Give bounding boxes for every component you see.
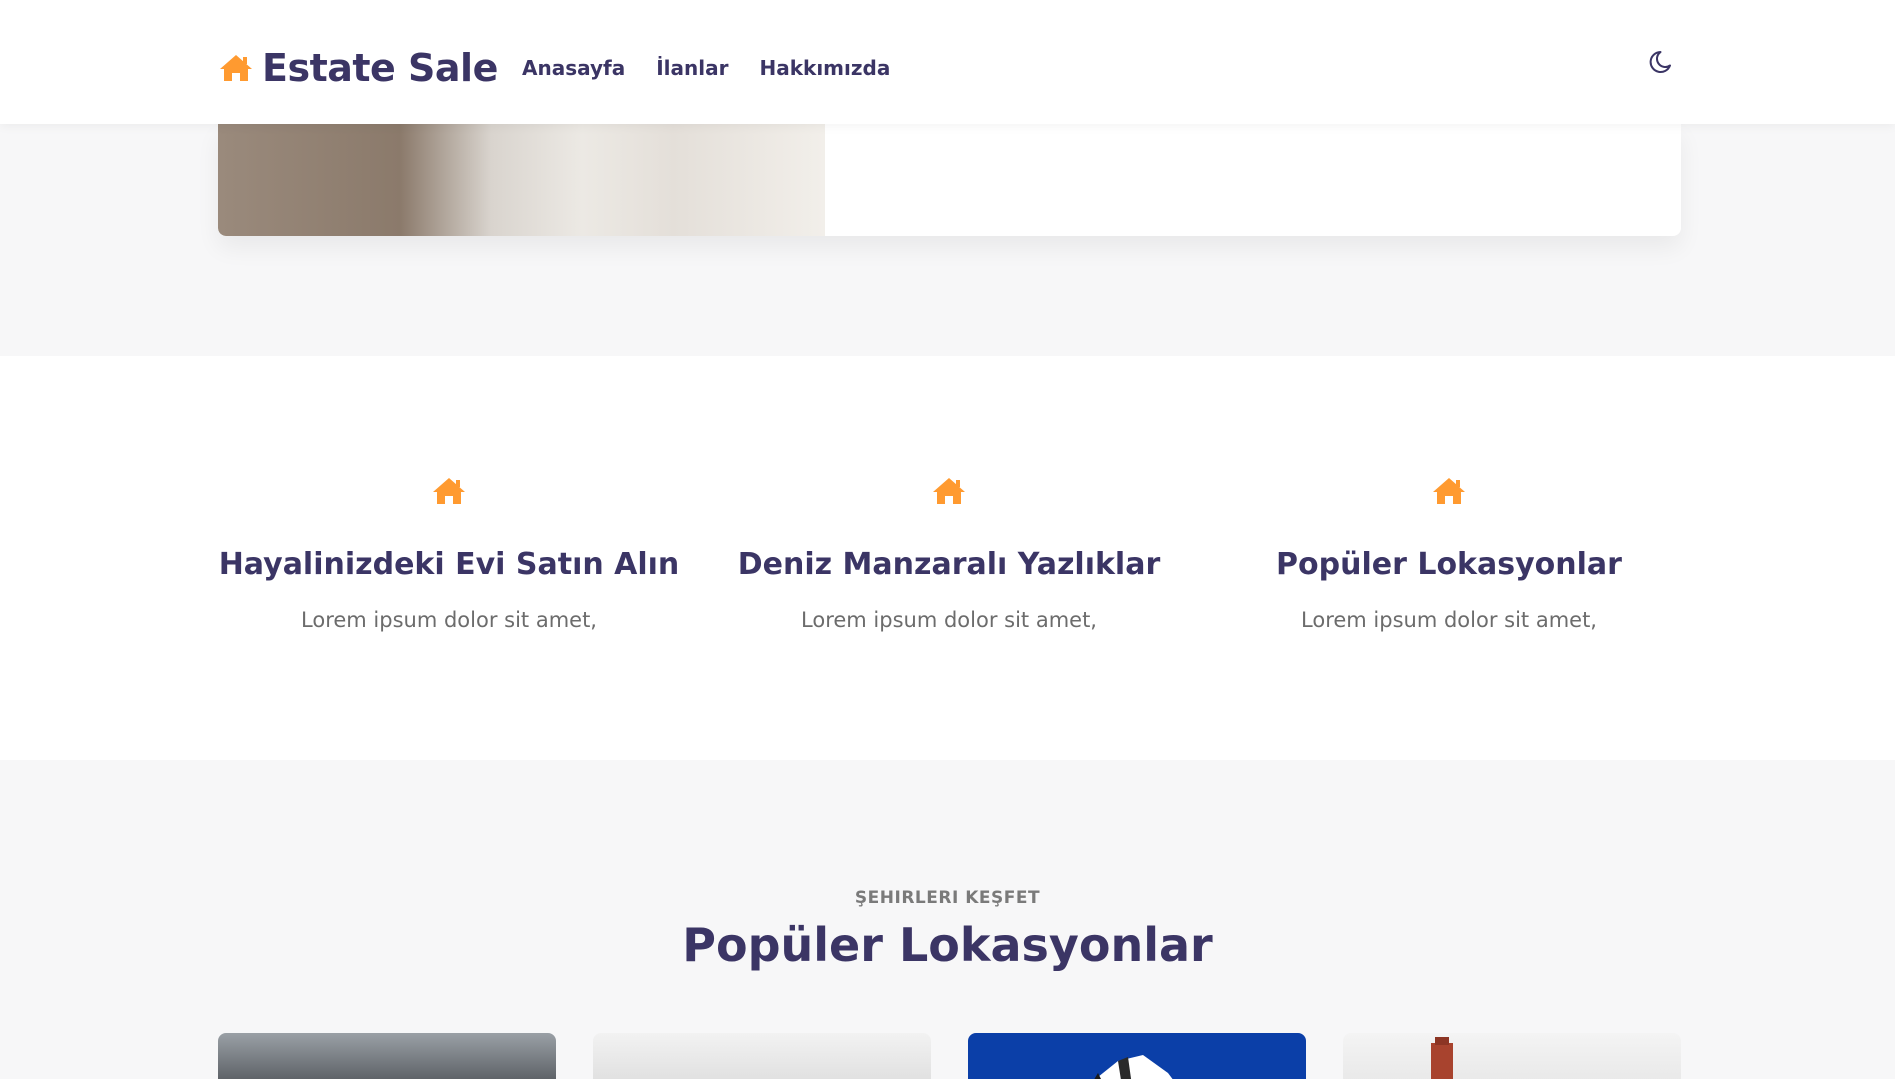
location-photo xyxy=(1094,1055,1173,1079)
feature-title: Popüler Lokasyonlar xyxy=(1276,547,1622,582)
feature-title: Deniz Manzaralı Yazlıklar xyxy=(737,547,1161,582)
location-card[interactable] xyxy=(218,1033,556,1079)
feature-text: Lorem ipsum dolor sit amet, xyxy=(301,608,597,632)
nav-ilanlar[interactable]: İlanlar xyxy=(656,54,728,82)
main-nav: Anasayfa İlanlar Hakkımızda xyxy=(522,54,890,82)
listing-photo xyxy=(218,124,825,236)
features-section: Hayalinizdeki Evi Satın Alın Lorem ipsum… xyxy=(0,356,1895,760)
home-icon xyxy=(1433,478,1465,504)
location-photo xyxy=(1431,1037,1453,1079)
brand-logo[interactable]: Estate Sale xyxy=(218,46,498,90)
theme-toggle-button[interactable] xyxy=(1648,46,1678,76)
moon-icon xyxy=(1649,51,1671,73)
section-title: Popüler Lokasyonlar xyxy=(682,918,1213,972)
feature-text: Lorem ipsum dolor sit amet, xyxy=(801,608,1097,632)
home-icon xyxy=(220,55,252,81)
feature-item: Popüler Lokasyonlar Lorem ipsum dolor si… xyxy=(1199,476,1699,634)
location-card[interactable] xyxy=(593,1033,931,1079)
home-icon xyxy=(933,478,965,504)
location-card[interactable] xyxy=(968,1033,1306,1079)
feature-item: Hayalinizdeki Evi Satın Alın Lorem ipsum… xyxy=(199,476,699,634)
location-card[interactable] xyxy=(1343,1033,1681,1079)
feature-item: Deniz Manzaralı Yazlıklar Lorem ipsum do… xyxy=(699,476,1199,634)
section-kicker: ŞEHIRLERI KEŞFET xyxy=(854,888,1041,908)
feature-text: Lorem ipsum dolor sit amet, xyxy=(1301,608,1597,632)
home-icon xyxy=(433,478,465,504)
site-header: Estate Sale Anasayfa İlanlar Hakkımızda xyxy=(0,0,1895,124)
feature-title: Hayalinizdeki Evi Satın Alın xyxy=(218,547,680,582)
nav-anasayfa[interactable]: Anasayfa xyxy=(522,54,625,82)
brand-name: Estate Sale xyxy=(262,46,498,90)
featured-listing-card[interactable] xyxy=(218,124,1681,236)
nav-hakkimizda[interactable]: Hakkımızda xyxy=(759,54,890,82)
